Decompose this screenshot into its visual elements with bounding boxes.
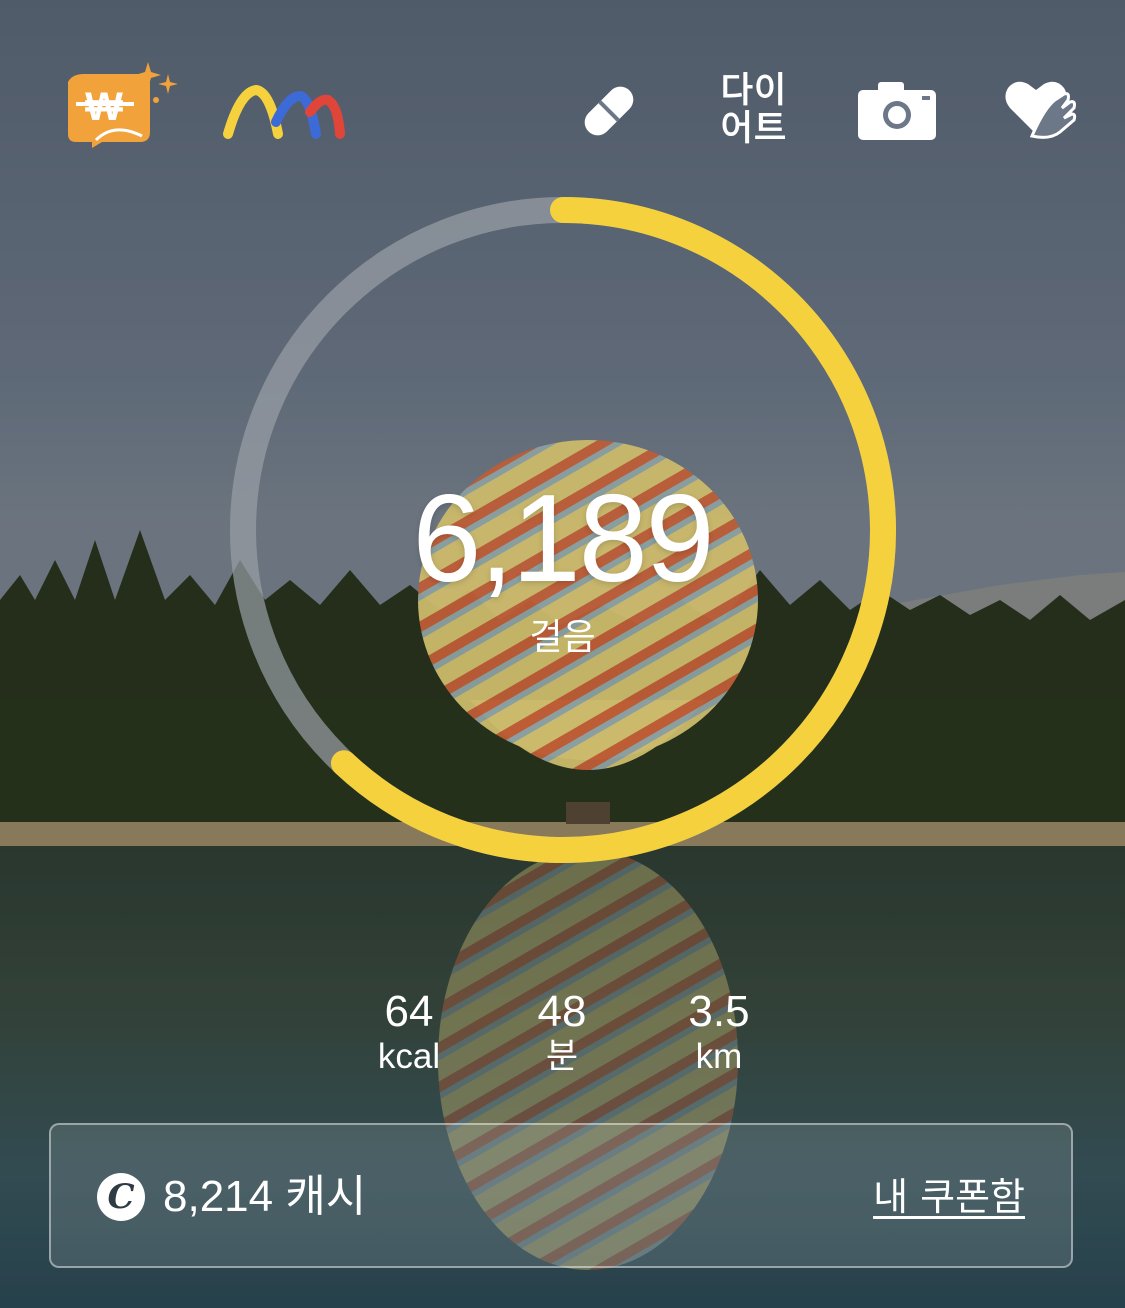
pill-icon[interactable] [576,78,642,144]
step-count: 6,189 [412,470,714,608]
diet-label-line1: 다이 [720,71,788,111]
svg-text:₩: ₩ [85,85,123,129]
step-label: 걸음 [529,617,596,658]
minutes-stat: 48 분 [472,988,652,1078]
distance-stat: 3.5 km [629,988,809,1078]
walk-logo-icon[interactable] [222,82,347,142]
cash-coin-icon: C [97,1173,145,1221]
cash-bar[interactable]: C 8,214 캐시 내 쿠폰함 [49,1123,1073,1268]
camera-icon[interactable] [858,80,936,140]
distance-value: 3.5 [688,987,750,1036]
top-bar: ₩ 다이 어트 [0,0,1125,180]
minutes-value: 48 [537,987,587,1036]
my-coupons-link[interactable]: 내 쿠폰함 [873,1171,1025,1223]
diet-button[interactable]: 다이 어트 [712,72,796,148]
diet-label-line2: 어트 [720,109,788,149]
minutes-unit: 분 [545,1037,579,1076]
distance-unit: km [695,1037,743,1076]
won-cash-icon[interactable]: ₩ [62,52,187,157]
heart-hand-icon[interactable] [1002,74,1078,142]
cash-amount: 8,214 캐시 [163,1172,367,1221]
